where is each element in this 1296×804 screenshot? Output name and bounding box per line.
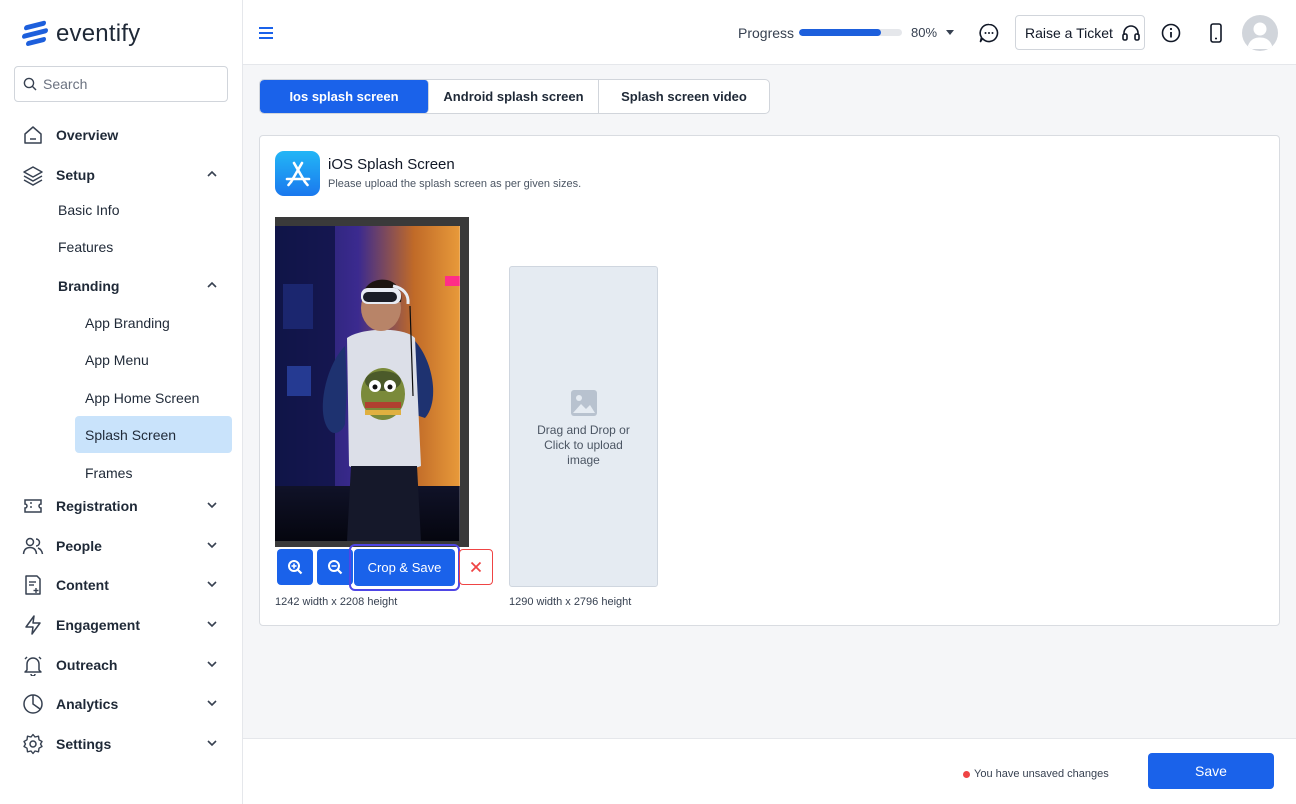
sidebar-item-settings[interactable]: Settings [22, 732, 222, 756]
pie-chart-icon [22, 693, 44, 715]
info-icon[interactable] [1158, 20, 1184, 46]
sidebar-item-label: Settings [56, 736, 112, 752]
cancel-crop-button[interactable] [459, 549, 493, 585]
user-icon [1247, 22, 1273, 49]
sidebar-item-splash-screen[interactable]: Splash Screen [75, 416, 232, 453]
sidebar-item-frames[interactable]: Frames [75, 454, 232, 491]
gear-icon [22, 733, 44, 755]
sidebar-item-engagement[interactable]: Engagement [22, 613, 222, 637]
progress-bar-fill [799, 29, 882, 36]
ios-image-dimensions: 1242 width x 2208 height [275, 596, 398, 608]
close-icon [470, 561, 482, 573]
sidebar-item-app-menu[interactable]: App Menu [75, 341, 232, 378]
search-icon [23, 77, 37, 91]
search-input[interactable] [43, 76, 213, 92]
chevron-down-icon [207, 700, 217, 707]
sidebar-item-label: Engagement [56, 617, 141, 633]
layers-icon [22, 164, 44, 186]
sidebar-item-branding[interactable]: Branding [58, 274, 222, 298]
raise-ticket-label: Raise a Ticket [1025, 24, 1113, 41]
ios-splash-card: iOS Splash Screen Please upload the spla… [259, 135, 1280, 626]
sidebar-item-basic-info[interactable]: Basic Info [58, 202, 119, 218]
document-add-icon [22, 574, 44, 596]
sidebar-item-app-home-screen[interactable]: App Home Screen [75, 379, 232, 416]
sidebar-item-label: Registration [56, 498, 138, 514]
chevron-up-icon [207, 281, 217, 288]
sidebar-item-content[interactable]: Content [22, 573, 222, 597]
zoom-in-icon [288, 560, 303, 575]
progress-bar [799, 29, 902, 36]
sidebar-item-people[interactable]: People [22, 534, 222, 558]
crop-save-button[interactable]: Crop & Save [354, 549, 455, 586]
sidebar-item-outreach[interactable]: Outreach [22, 653, 222, 677]
sidebar-item-label: Analytics [56, 696, 119, 712]
sidebar-item-analytics[interactable]: Analytics [22, 692, 222, 716]
sidebar-item-label: Setup [56, 167, 95, 183]
section-subtitle: Please upload the splash screen as per g… [328, 178, 582, 190]
phone-icon[interactable] [1203, 20, 1229, 46]
chat-icon[interactable] [976, 20, 1002, 46]
image-icon [570, 390, 597, 416]
zoom-out-button[interactable] [317, 549, 353, 585]
unsaved-changes-text: You have unsaved changes [974, 768, 1109, 780]
lightning-icon [22, 614, 44, 636]
crop-save-focus-ring: Crop & Save [349, 544, 460, 591]
people-icon [22, 535, 44, 557]
unsaved-changes-notice: You have unsaved changes [963, 768, 1109, 780]
section-title: iOS Splash Screen [328, 156, 455, 173]
upload-image-dimensions: 1290 width x 2796 height [509, 596, 632, 608]
sidebar-item-label: Branding [58, 278, 120, 294]
sidebar-item-app-branding[interactable]: App Branding [75, 304, 232, 341]
sidebar-item-label: Overview [56, 127, 119, 143]
hamburger-icon[interactable] [259, 26, 273, 44]
eventify-logo-icon [22, 20, 50, 47]
headset-icon [1122, 24, 1140, 41]
footer-bar: You have unsaved changes Save [243, 738, 1296, 804]
tab-ios-splash-screen[interactable]: Ios splash screen [260, 80, 429, 113]
progress-percent: 80% [911, 25, 938, 40]
avatar[interactable] [1242, 15, 1278, 51]
zoom-out-icon [328, 560, 343, 575]
progress-label: Progress [738, 25, 795, 41]
app-store-icon [275, 151, 320, 196]
sidebar-item-overview[interactable]: Overview [22, 123, 222, 147]
sidebar-item-registration[interactable]: Registration [22, 494, 222, 518]
splash-tabs: Ios splash screen Android splash screen … [259, 79, 770, 114]
topbar: Progress 80% Raise a Ticket [243, 0, 1296, 65]
image-crop-area[interactable] [275, 217, 469, 547]
raise-ticket-button[interactable]: Raise a Ticket [1015, 15, 1145, 50]
search-box[interactable] [14, 66, 228, 102]
chevron-up-icon [207, 170, 217, 177]
chevron-down-icon [207, 661, 217, 668]
sidebar-item-label: Outreach [56, 657, 118, 673]
chevron-down-icon [207, 542, 217, 549]
chevron-down-icon [207, 502, 217, 509]
tab-android-splash-screen[interactable]: Android splash screen [429, 80, 599, 113]
tab-splash-screen-video[interactable]: Splash screen video [599, 80, 769, 113]
chevron-down-icon [207, 581, 217, 588]
logo[interactable]: eventify [22, 20, 140, 48]
logo-text: eventify [56, 20, 141, 47]
sidebar-item-label: People [56, 538, 102, 554]
zoom-in-button[interactable] [277, 549, 313, 585]
home-icon [22, 124, 44, 146]
sidebar-item-setup[interactable]: Setup [22, 163, 222, 187]
sidebar: eventify Overview Setup Basic Info Featu… [0, 0, 243, 804]
save-button[interactable]: Save [1148, 753, 1274, 789]
caret-down-icon[interactable] [946, 30, 954, 35]
chevron-down-icon [207, 621, 217, 628]
ticket-icon [22, 495, 44, 517]
status-dot [963, 770, 970, 778]
upload-instructions: Drag and Drop or Click to upload image [537, 423, 630, 467]
chevron-down-icon [207, 740, 217, 747]
sidebar-item-features[interactable]: Features [58, 239, 113, 255]
bell-icon [22, 654, 44, 676]
splash-image-preview[interactable] [275, 226, 460, 541]
upload-dropzone[interactable]: Drag and Drop or Click to upload image [509, 266, 658, 587]
sidebar-item-label: Content [56, 577, 109, 593]
